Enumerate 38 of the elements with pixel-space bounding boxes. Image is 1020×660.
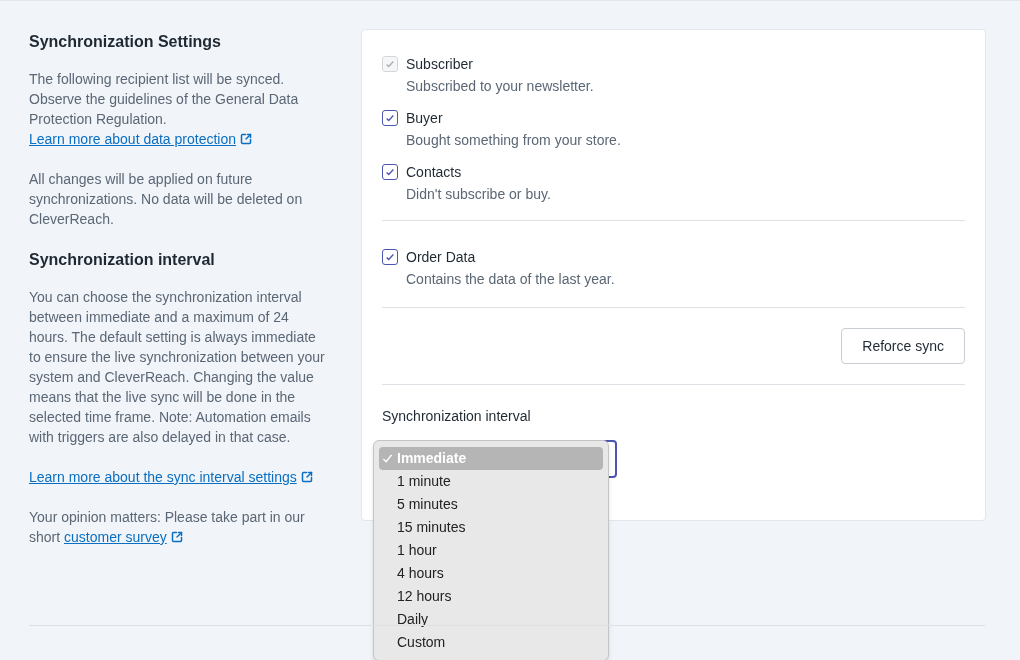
dropdown-option[interactable]: 5 minutes <box>379 493 603 516</box>
checkbox-description: Subscribed to your newsletter. <box>406 77 594 96</box>
link[interactable]: Learn more about the sync interval settings <box>29 469 313 485</box>
dropdown-option[interactable]: Custom <box>379 631 603 654</box>
checkbox[interactable] <box>382 164 398 180</box>
dropdown-option[interactable]: 1 hour <box>379 539 603 562</box>
check-icon <box>385 252 395 262</box>
check-icon <box>382 453 393 464</box>
link[interactable]: customer survey <box>64 529 183 545</box>
dropdown-option[interactable]: 4 hours <box>379 562 603 585</box>
checkbox-description: Contains the data of the last year. <box>406 270 615 289</box>
paragraph: The following recipient list will be synced. Observe the guidelines of the General Data Protection Regulation. Learn more about data protection <box>29 70 300 149</box>
checkbox-label: Subscriber <box>406 55 474 74</box>
dropdown-option[interactable]: Daily <box>379 608 603 631</box>
checkbox[interactable] <box>382 249 398 265</box>
dropdown-option[interactable]: 12 hours <box>379 585 603 608</box>
checkbox-label: Order Data <box>406 248 477 267</box>
checkbox-label: Contacts <box>406 163 463 182</box>
reforce-sync-button[interactable]: Reforce sync <box>841 328 965 364</box>
check-icon <box>385 113 395 123</box>
external-link-icon <box>240 133 253 145</box>
dropdown-option[interactable]: 15 minutes <box>379 516 603 539</box>
external-link-icon <box>170 531 183 543</box>
checkbox-description: Bought something from your store. <box>406 131 621 150</box>
link[interactable]: Learn more about data protection <box>29 131 253 147</box>
check-icon <box>385 59 395 69</box>
external-link-icon <box>300 471 313 483</box>
field-label: Synchronization interval <box>382 407 532 425</box>
dropdown-option[interactable]: 1 minute <box>379 470 603 493</box>
checkbox[interactable] <box>382 110 398 126</box>
checkbox-label: Buyer <box>406 109 444 128</box>
paragraph: All changes will be applied on future synchronizations. No data will be deleted on CleverReach. <box>29 170 304 229</box>
paragraph: Your opinion matters: Please take part in our short customer survey <box>29 508 306 547</box>
paragraph: You can choose the synchronization interval between immediate and a maximum of 24 hours. The default setting is always immediate to ensure the live synchronization between your system and CleverReach. Changing the value means that the live sync will be done in the selected time frame. Note: Automation emails with triggers are also delayed in that case. <box>29 288 326 447</box>
section-heading: Synchronization interval <box>29 250 216 270</box>
checkbox-description: Didn't subscribe or buy. <box>406 185 551 204</box>
check-icon <box>385 167 395 177</box>
section-heading: Synchronization Settings <box>29 32 222 52</box>
